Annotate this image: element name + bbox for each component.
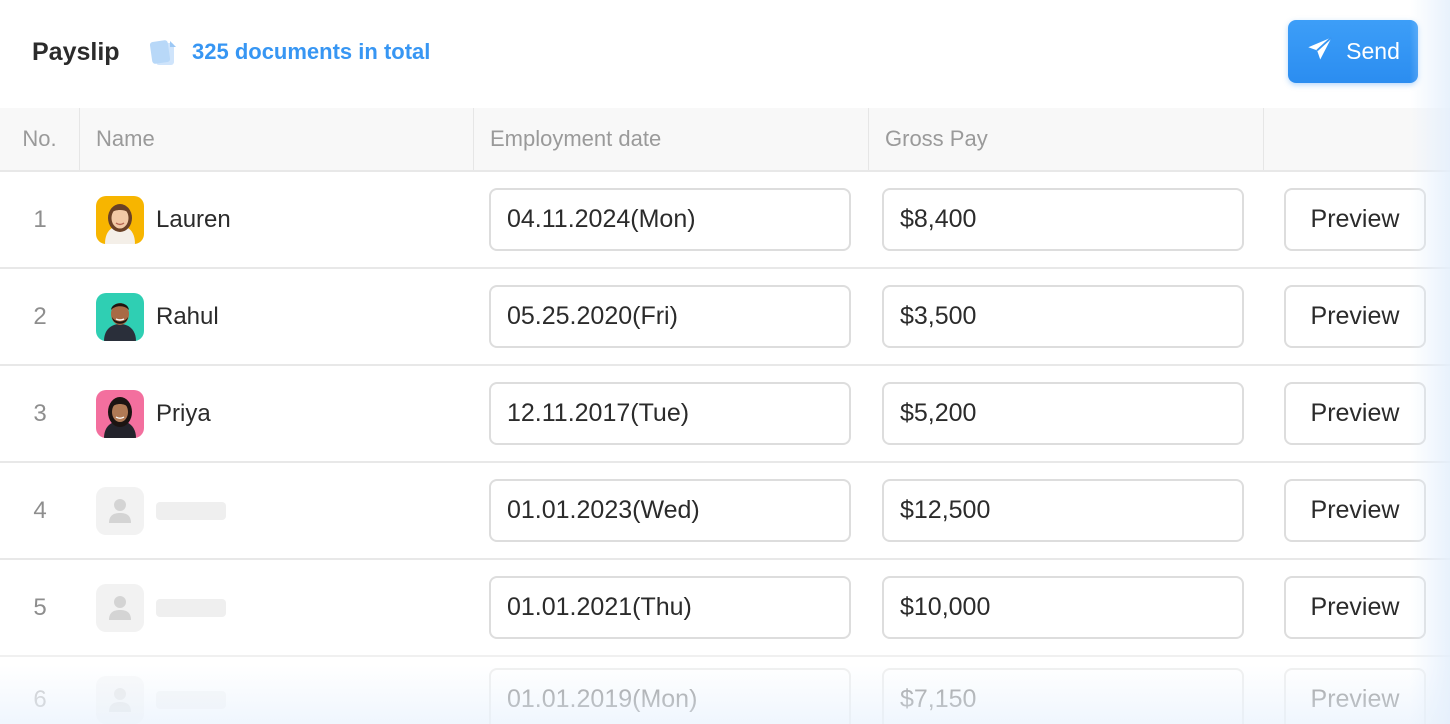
table-row: 3 Priya 12.11.2017(Tue) $5,200 Preview: [0, 366, 1450, 463]
avatar-lauren: [96, 196, 144, 244]
employment-date-field[interactable]: 05.25.2020(Fri): [489, 285, 851, 348]
employee-name: Lauren: [156, 206, 231, 233]
preview-button[interactable]: Preview: [1284, 188, 1426, 251]
preview-button[interactable]: Preview: [1284, 479, 1426, 542]
employee-name: Priya: [156, 400, 211, 427]
name-placeholder: [156, 599, 226, 617]
row-number: 4: [33, 497, 47, 524]
document-icon: [149, 38, 180, 68]
employment-date-field[interactable]: 12.11.2017(Tue): [489, 382, 851, 445]
table-header: No. Name Employment date Gross Pay: [0, 108, 1450, 172]
gross-pay-field[interactable]: $12,500: [882, 479, 1244, 542]
gross-pay-field[interactable]: $8,400: [882, 188, 1244, 251]
employee-name: Rahul: [156, 303, 219, 330]
column-header-action: [1264, 108, 1450, 170]
column-header-employment-date: Employment date: [474, 108, 869, 170]
avatar-rahul: [96, 293, 144, 341]
gross-pay-field[interactable]: $3,500: [882, 285, 1244, 348]
send-paper-plane-icon: [1306, 35, 1334, 69]
gross-pay-field[interactable]: $10,000: [882, 576, 1244, 639]
preview-button[interactable]: Preview: [1284, 382, 1426, 445]
table-row: 4 01.01.2023(Wed) $12,500 Preview: [0, 463, 1450, 560]
table-row: 5 01.01.2021(Thu) $10,000 Preview: [0, 560, 1450, 657]
row-number: 2: [33, 303, 47, 330]
send-button-label: Send: [1346, 38, 1400, 64]
preview-button[interactable]: Preview: [1284, 668, 1426, 724]
avatar-priya: [96, 390, 144, 438]
header: Payslip 325 documents in total Send: [0, 0, 1450, 106]
column-header-no: No.: [0, 108, 80, 170]
name-placeholder: [156, 691, 226, 709]
user-placeholder-icon: [96, 676, 144, 724]
row-number: 5: [33, 594, 47, 621]
table-row: 6 01.01.2019(Mon) $7,150 Preview: [0, 652, 1450, 724]
column-header-name: Name: [80, 108, 474, 170]
preview-button[interactable]: Preview: [1284, 285, 1426, 348]
payslip-page: Payslip 325 documents in total Send No. …: [0, 0, 1450, 724]
employment-date-field[interactable]: 01.01.2021(Thu): [489, 576, 851, 639]
gross-pay-field[interactable]: $5,200: [882, 382, 1244, 445]
document-count: 325 documents in total: [192, 39, 431, 64]
send-button[interactable]: Send: [1288, 20, 1418, 83]
gross-pay-field[interactable]: $7,150: [882, 668, 1244, 724]
employment-date-field[interactable]: 01.01.2019(Mon): [489, 668, 851, 724]
row-number: 6: [33, 686, 47, 713]
employment-date-field[interactable]: 04.11.2024(Mon): [489, 188, 851, 251]
row-number: 1: [33, 206, 47, 233]
row-number: 3: [33, 400, 47, 427]
user-placeholder-icon: [96, 487, 144, 535]
employment-date-field[interactable]: 01.01.2023(Wed): [489, 479, 851, 542]
page-title: Payslip: [32, 38, 120, 66]
column-header-gross-pay: Gross Pay: [869, 108, 1264, 170]
name-placeholder: [156, 502, 226, 520]
preview-button[interactable]: Preview: [1284, 576, 1426, 639]
table-row: 2 Rahul 05.25.2020(Fri) $3,500 Preview: [0, 269, 1450, 366]
table-row: 1 Lauren 04.11.2024(Mon) $8,400 Preview: [0, 172, 1450, 269]
user-placeholder-icon: [96, 584, 144, 632]
